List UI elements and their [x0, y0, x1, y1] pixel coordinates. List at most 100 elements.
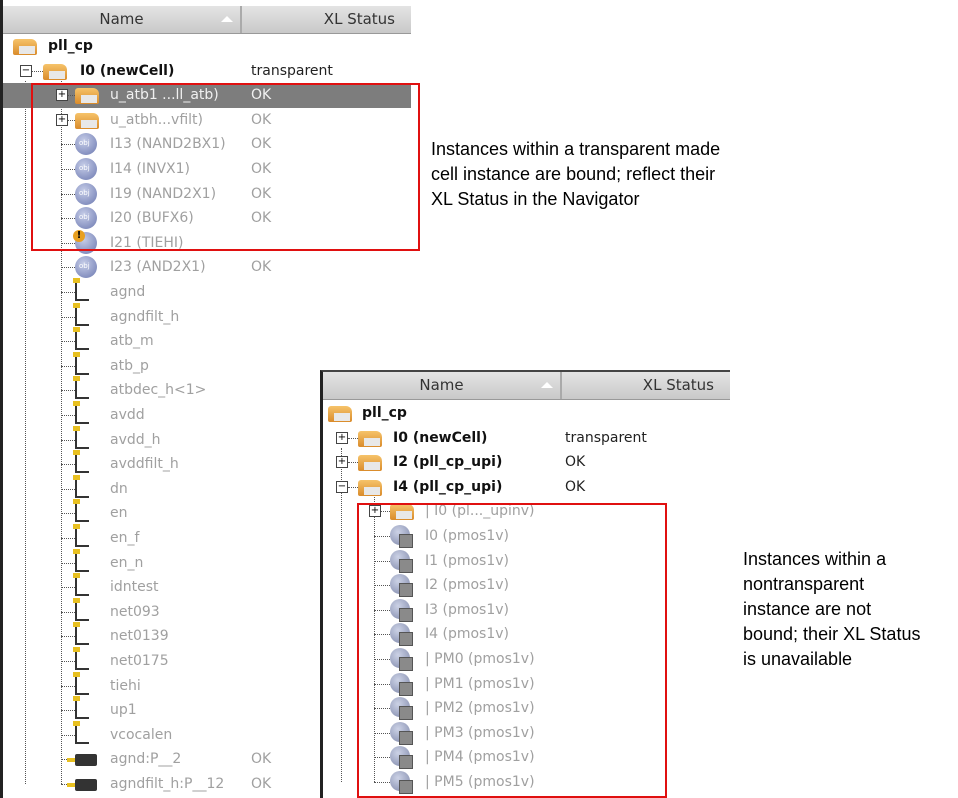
- row-name: net0139: [110, 628, 169, 645]
- collapse-icon[interactable]: −: [20, 64, 32, 77]
- sort-ascending-icon: [541, 382, 553, 388]
- tree-row[interactable]: + I2 (pll_cp_upi) OK: [323, 450, 730, 475]
- tree-connector: [61, 538, 75, 539]
- obj-icon: [75, 256, 97, 279]
- row-name: en_f: [110, 530, 140, 546]
- row-xl-status: OK: [565, 478, 586, 495]
- folder-icon: [358, 479, 382, 496]
- tree-row[interactable]: agndfilt_h: [3, 302, 411, 330]
- row-name: I23 (AND2X1): [110, 259, 206, 276]
- row-name: net093: [110, 603, 160, 620]
- collapse-icon[interactable]: −: [336, 480, 348, 493]
- tree-connector: [61, 734, 75, 736]
- net-icon: [73, 474, 89, 498]
- tree-row[interactable]: − I4 (pll_cp_upi) OK: [323, 475, 730, 500]
- row-name: avddfilt_h: [110, 456, 179, 473]
- row-name: en_n: [110, 554, 144, 571]
- row-name: I0 (newCell): [80, 62, 175, 79]
- tree-connector: [61, 341, 75, 343]
- tree-connector: [61, 390, 75, 392]
- folder-icon: [358, 455, 382, 472]
- row-name: agndfilt_h: [110, 308, 180, 325]
- row-name: atbdec_h<1>: [110, 382, 207, 399]
- row-name: I2 (pll_cp_upi): [393, 454, 503, 471]
- tree-connector: [61, 365, 75, 367]
- row-name: net0175: [110, 653, 169, 669]
- folder-icon: [328, 406, 352, 422]
- row-xl-status: OK: [251, 259, 272, 276]
- tree-connector: [61, 316, 75, 318]
- net-icon: [73, 450, 89, 474]
- annotation-nontransparent: Instances within a nontransparent instan…: [743, 549, 921, 669]
- row-name: agnd:P__2: [110, 751, 182, 768]
- net-icon: [73, 401, 89, 424]
- net-icon: [73, 302, 89, 326]
- row-name: agnd: [110, 284, 146, 300]
- highlight-box-bound: [31, 83, 420, 251]
- column-header: Name XL Status: [3, 6, 411, 34]
- tree-connector: [61, 710, 75, 712]
- tree-connector: [348, 486, 358, 488]
- pin-icon: [67, 779, 97, 791]
- net-icon: [73, 376, 89, 400]
- row-name: avdd_h: [110, 431, 161, 448]
- tree-connector: [61, 292, 75, 293]
- name-column-header[interactable]: Name: [323, 372, 562, 399]
- tree-connector: [61, 611, 75, 613]
- net-icon: [73, 573, 89, 597]
- annotation-transparent: Instances within a transparent made cell…: [431, 139, 721, 209]
- xl-status-column-header[interactable]: XL Status: [563, 372, 730, 399]
- net-icon: [73, 327, 89, 351]
- net-icon: [73, 524, 89, 547]
- tree-connector: [61, 464, 75, 466]
- row-name: idntest: [110, 579, 159, 596]
- tree-connector: [61, 415, 75, 416]
- tree-connector: [61, 267, 75, 269]
- tree-row[interactable]: pll_cp: [3, 34, 411, 59]
- row-name: atb_p: [110, 357, 149, 374]
- tree-row[interactable]: pll_cp: [323, 401, 730, 426]
- row-name: avdd: [110, 407, 145, 423]
- net-icon: [73, 351, 89, 375]
- expand-icon[interactable]: +: [336, 456, 348, 469]
- pin-icon: [67, 754, 97, 767]
- row-xl-status: OK: [565, 454, 586, 471]
- tree-connector: [61, 636, 75, 638]
- tree-row[interactable]: + I0 (newCell) transparent: [323, 426, 730, 451]
- expand-icon[interactable]: +: [336, 431, 348, 444]
- tree-connector: [61, 488, 75, 490]
- xl-status-column-header[interactable]: XL Status: [243, 6, 411, 33]
- row-name: dn: [110, 480, 128, 497]
- tree-row[interactable]: agnd: [3, 278, 411, 305]
- net-icon: [73, 425, 89, 449]
- row-name: agndfilt_h:P__12: [110, 776, 225, 792]
- tree-connector: [348, 462, 358, 464]
- tree-connector: [32, 70, 43, 72]
- column-header: Name XL Status: [323, 372, 730, 400]
- tree-connector: [61, 439, 75, 441]
- row-xl-status: OK: [251, 751, 272, 768]
- row-xl-status: transparent: [565, 429, 647, 446]
- net-icon: [73, 278, 89, 301]
- tree-row[interactable]: I23 (AND2X1) OK: [3, 255, 411, 280]
- tree-row[interactable]: atb_m: [3, 327, 411, 354]
- net-icon: [73, 720, 89, 744]
- tree-connector: [61, 513, 75, 515]
- folder-icon: [43, 63, 67, 80]
- row-name: vcocalen: [110, 726, 173, 743]
- name-column-header[interactable]: Name: [3, 6, 242, 33]
- net-icon: [73, 548, 89, 572]
- tree-row[interactable]: − I0 (newCell) transparent: [3, 59, 411, 84]
- sort-ascending-icon: [221, 16, 233, 22]
- net-icon: [73, 696, 89, 720]
- row-name: up1: [110, 702, 137, 719]
- net-icon: [73, 647, 89, 670]
- row-name: atb_m: [110, 333, 154, 350]
- row-xl-status: OK: [251, 776, 272, 792]
- tree-connector: [61, 685, 75, 687]
- row-name: I4 (pll_cp_upi): [393, 478, 503, 495]
- folder-icon: [13, 39, 37, 55]
- net-icon: [73, 671, 89, 695]
- row-xl-status: transparent: [251, 62, 333, 79]
- folder-icon: [358, 430, 382, 447]
